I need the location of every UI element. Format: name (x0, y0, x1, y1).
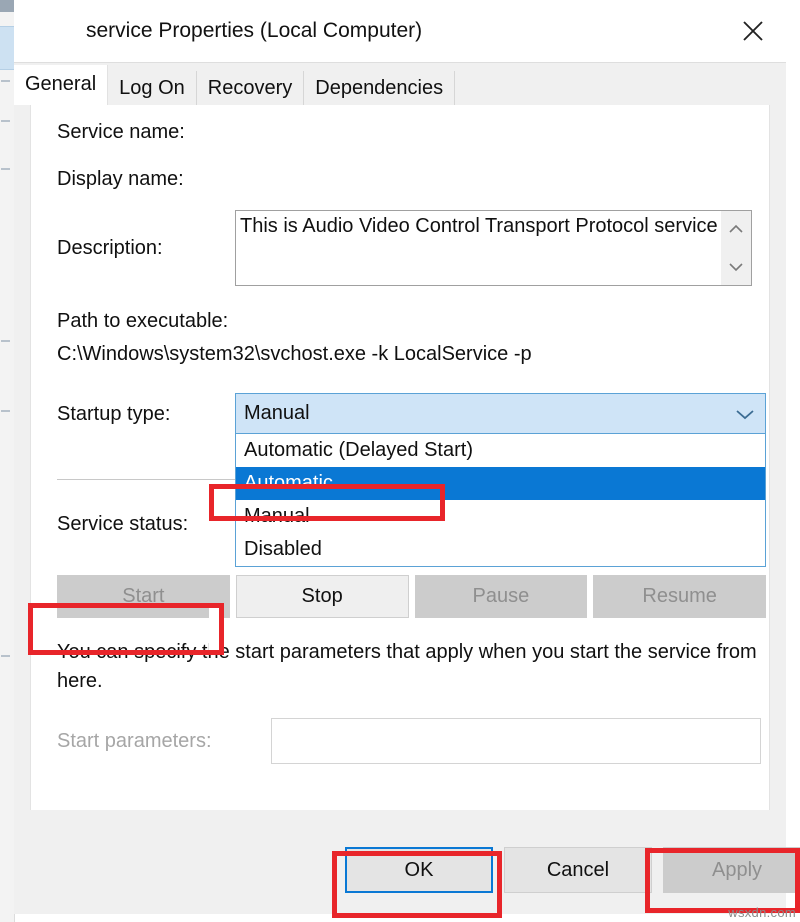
tab-strip: General Log On Recovery Dependencies (14, 63, 786, 105)
resume-button[interactable]: Resume (593, 575, 766, 618)
startup-type-label: Startup type: (57, 403, 170, 426)
startup-type-dropdown-list[interactable]: Automatic (Delayed Start) Automatic Manu… (235, 434, 766, 567)
ok-button[interactable]: OK (345, 847, 493, 893)
dialog-title: service Properties (Local Computer) (86, 19, 422, 43)
general-tab-panel: Service name: Display name: Description:… (30, 105, 770, 844)
start-parameters-input[interactable] (271, 718, 761, 764)
display-name-label: Display name: (57, 168, 184, 191)
path-to-executable-value: C:\Windows\system32\svchost.exe -k Local… (57, 343, 532, 366)
service-properties-dialog: service Properties (Local Computer) Gene… (14, 0, 786, 914)
background-left-strip (0, 0, 15, 922)
service-status-label: Service status: (57, 513, 188, 536)
service-name-label: Service name: (57, 121, 185, 144)
description-textarea[interactable]: This is Audio Video Control Transport Pr… (235, 210, 752, 286)
dropdown-option-automatic[interactable]: Automatic (236, 467, 765, 500)
cancel-button[interactable]: Cancel (504, 847, 652, 893)
description-text: This is Audio Video Control Transport Pr… (236, 211, 721, 285)
start-button[interactable]: Start (57, 575, 230, 618)
background-selected-row-sliver (0, 26, 14, 70)
chevron-down-icon (725, 407, 765, 421)
start-parameters-label: Start parameters: (57, 730, 212, 753)
description-label: Description: (57, 237, 163, 260)
background-row-fleck (1, 120, 10, 122)
dialog-titlebar: service Properties (Local Computer) (14, 0, 786, 63)
tab-log-on[interactable]: Log On (108, 71, 197, 105)
scroll-up-icon[interactable] (723, 217, 749, 241)
close-icon (739, 17, 767, 45)
startup-type-value: Manual (236, 402, 725, 425)
scroll-down-icon[interactable] (723, 255, 749, 279)
stop-button[interactable]: Stop (236, 575, 409, 618)
service-control-buttons: Start Stop Pause Resume (57, 575, 766, 618)
path-to-executable-label: Path to executable: (57, 310, 228, 333)
pause-button[interactable]: Pause (415, 575, 588, 618)
dialog-footer: OK Cancel Apply (14, 810, 786, 914)
dropdown-option-manual[interactable]: Manual (236, 500, 765, 533)
dropdown-option-disabled[interactable]: Disabled (236, 533, 765, 566)
background-row-fleck (1, 168, 10, 170)
watermark: wsxdn.com (728, 905, 796, 920)
tab-recovery[interactable]: Recovery (197, 71, 304, 105)
tab-dependencies[interactable]: Dependencies (304, 71, 455, 105)
close-button[interactable] (720, 0, 786, 61)
start-annotation-gap (33, 608, 43, 650)
apply-button[interactable]: Apply (663, 847, 800, 893)
dropdown-option-automatic-delayed[interactable]: Automatic (Delayed Start) (236, 434, 765, 467)
background-row-fleck (1, 340, 10, 342)
background-titlebar-sliver (0, 0, 14, 12)
startup-type-combobox[interactable]: Manual (235, 393, 766, 434)
start-annotation-gap (209, 608, 219, 650)
background-row-fleck (1, 80, 10, 82)
start-parameters-hint: You can specify the start parameters tha… (57, 638, 757, 696)
tab-general[interactable]: General (14, 65, 108, 105)
background-row-fleck (1, 655, 10, 657)
description-scrollbar[interactable] (721, 211, 751, 285)
background-row-fleck (1, 410, 10, 412)
